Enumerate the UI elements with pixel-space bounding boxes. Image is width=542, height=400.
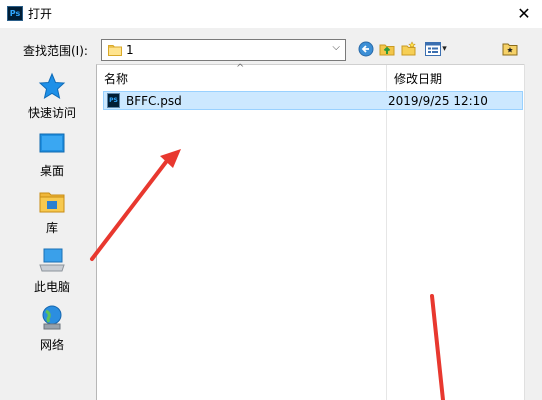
network-icon [42, 305, 62, 330]
location-toolbar: 查找范围(I): 1 ⌵ ▾ [0, 28, 542, 66]
folder-icon [108, 45, 122, 56]
computer-icon [39, 248, 65, 272]
look-in-dropdown[interactable]: 1 ⌵ [101, 39, 346, 61]
view-grid-icon [425, 42, 442, 56]
chevron-down-icon[interactable]: ⌵ [332, 42, 340, 53]
file-name: BFFC.psd [126, 94, 182, 108]
right-edge-strip [524, 64, 542, 400]
sidebar-item-network[interactable]: 网络 [12, 304, 92, 360]
close-button[interactable]: ✕ [512, 2, 536, 24]
back-button[interactable] [357, 40, 375, 58]
sidebar-item-label: 网络 [39, 338, 64, 352]
file-row[interactable]: PS BFFC.psd 2019/9/25 12:10 [103, 91, 523, 110]
folder-star-button[interactable] [501, 40, 519, 58]
column-header-date-modified[interactable]: 修改日期 [386, 65, 525, 88]
column-header-name[interactable]: 名称 ^ [97, 63, 386, 88]
up-folder-button[interactable] [378, 40, 396, 58]
sidebar-item-quick-access[interactable]: 快速访问 [12, 72, 92, 128]
look-in-label: 查找范围(I): [23, 44, 88, 58]
photoshop-app-icon: Ps [7, 6, 23, 21]
sidebar-item-label: 库 [45, 221, 58, 235]
folder-star-icon [502, 43, 518, 56]
view-menu-arrow: ▾ [442, 44, 447, 54]
column-header-label: 名称 [104, 72, 129, 86]
sidebar-item-library[interactable]: 库 [12, 187, 92, 243]
sidebar-item-this-pc[interactable]: 此电脑 [12, 246, 92, 302]
sidebar-item-desktop[interactable]: 桌面 [12, 130, 92, 186]
sort-ascending-icon: ^ [236, 63, 245, 74]
library-icon [39, 192, 65, 213]
sidebar-item-label: 此电脑 [33, 280, 70, 294]
new-folder-button[interactable] [400, 40, 418, 58]
file-date-modified: 2019/9/25 12:10 [388, 94, 488, 108]
star-icon [38, 72, 66, 100]
psd-file-icon: PS [107, 93, 120, 108]
column-header-label: 修改日期 [394, 72, 443, 86]
places-sidebar: 快速访问 桌面 库 此电脑 网络 [12, 66, 92, 400]
file-list[interactable]: 名称 ^ 修改日期 PS BFFC.psd 2019/9/25 12:10 [96, 63, 525, 400]
new-folder-icon [401, 41, 416, 56]
open-dialog: Ps 打开 ✕ 查找范围(I): 1 ⌵ ▾ 快速访问 桌面 库 此电脑 网络 … [0, 0, 542, 400]
up-folder-icon [379, 44, 395, 56]
dialog-title: 打开 [28, 7, 53, 21]
view-menu-button[interactable]: ▾ [423, 40, 449, 58]
desktop-icon [39, 133, 65, 153]
column-divider [386, 88, 387, 400]
back-arrow-icon [358, 41, 374, 57]
sidebar-item-label: 桌面 [39, 164, 64, 178]
look-in-value: 1 [126, 43, 134, 57]
sidebar-item-label: 快速访问 [27, 106, 76, 120]
title-bar: Ps 打开 ✕ [0, 0, 542, 28]
